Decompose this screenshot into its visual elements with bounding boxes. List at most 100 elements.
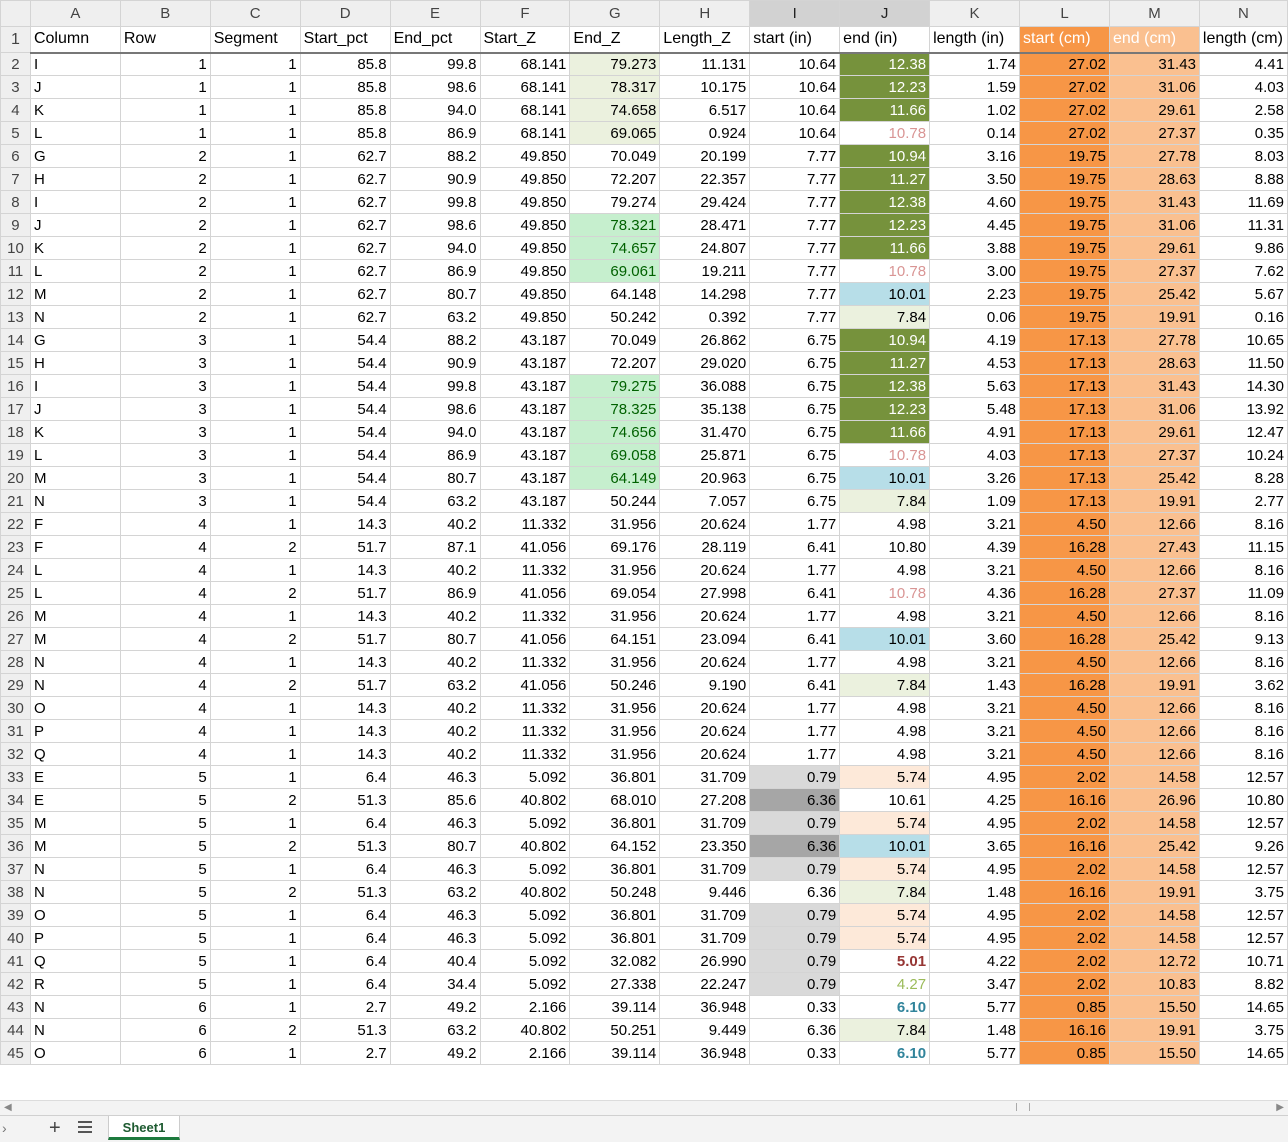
row-header[interactable]: 33 xyxy=(0,765,31,789)
cell[interactable]: 1 xyxy=(209,489,301,513)
cell[interactable]: 12.38 xyxy=(839,190,931,214)
column-header-f[interactable]: F xyxy=(479,0,571,27)
cell[interactable]: 14.3 xyxy=(299,650,391,674)
cell[interactable]: 90.9 xyxy=(389,167,481,191)
cell[interactable]: 1 xyxy=(209,903,301,927)
cell[interactable]: 14.3 xyxy=(299,604,391,628)
cell[interactable]: 19.75 xyxy=(1019,305,1110,329)
column-header-h[interactable]: H xyxy=(659,0,751,27)
cell[interactable]: 27.208 xyxy=(659,788,751,812)
cell[interactable]: 6.41 xyxy=(749,581,841,605)
cell[interactable]: 7.84 xyxy=(839,880,931,904)
row-header[interactable]: 14 xyxy=(0,328,31,352)
cell[interactable]: 4.91 xyxy=(929,420,1021,444)
cell[interactable]: 49.850 xyxy=(479,213,571,237)
cell[interactable]: 16.16 xyxy=(1019,788,1110,812)
cell[interactable]: 41.056 xyxy=(479,627,571,651)
cell[interactable]: 43.187 xyxy=(479,443,571,467)
cell[interactable]: 72.207 xyxy=(569,167,661,191)
cell[interactable]: 25.42 xyxy=(1108,834,1200,858)
cell[interactable]: 7.84 xyxy=(839,305,931,329)
cell[interactable]: 10.94 xyxy=(839,144,931,168)
field-header[interactable]: length (cm) xyxy=(1198,26,1288,54)
cell[interactable]: 4.03 xyxy=(1198,75,1288,99)
row-header[interactable]: 29 xyxy=(0,673,31,697)
cell[interactable]: 90.9 xyxy=(389,351,481,375)
cell[interactable]: 16.28 xyxy=(1019,535,1110,559)
cell[interactable]: 29.61 xyxy=(1108,420,1200,444)
cell[interactable]: 78.325 xyxy=(569,397,661,421)
cell[interactable]: 14.30 xyxy=(1198,374,1288,398)
cell[interactable]: 5.092 xyxy=(479,972,571,996)
cell[interactable]: 46.3 xyxy=(389,765,481,789)
cell[interactable]: 64.149 xyxy=(569,466,661,490)
scroll-right-icon[interactable]: ▶ xyxy=(1276,1102,1284,1113)
cell[interactable]: 54.4 xyxy=(299,351,391,375)
cell[interactable]: 11.09 xyxy=(1198,581,1288,605)
cell[interactable]: 31.470 xyxy=(659,420,751,444)
cell[interactable]: 10.64 xyxy=(749,121,841,145)
cell[interactable]: 27.338 xyxy=(569,972,661,996)
cell[interactable]: 36.801 xyxy=(569,811,661,835)
cell[interactable]: G xyxy=(29,144,121,168)
cell[interactable]: 63.2 xyxy=(389,880,481,904)
cell[interactable]: 19.75 xyxy=(1019,259,1110,283)
cell[interactable]: 40.2 xyxy=(389,512,481,536)
cell[interactable]: 51.3 xyxy=(299,880,391,904)
cell[interactable]: 0.16 xyxy=(1198,305,1288,329)
cell[interactable]: 12.38 xyxy=(839,374,931,398)
cell[interactable]: 4 xyxy=(119,719,211,743)
cell[interactable]: 10.71 xyxy=(1198,949,1288,973)
field-header[interactable]: Length_Z xyxy=(659,26,751,54)
cell[interactable]: 22.247 xyxy=(659,972,751,996)
cell[interactable]: 43.187 xyxy=(479,489,571,513)
cell[interactable]: 4.95 xyxy=(929,926,1021,950)
cell[interactable]: 11.332 xyxy=(479,512,571,536)
cell[interactable]: 2.02 xyxy=(1019,903,1110,927)
cell[interactable]: 26.990 xyxy=(659,949,751,973)
column-header-d[interactable]: D xyxy=(299,0,391,27)
cell[interactable]: 2.7 xyxy=(299,1041,391,1065)
cell[interactable]: 6.4 xyxy=(299,972,391,996)
cell[interactable]: 1 xyxy=(209,121,301,145)
row-header[interactable]: 42 xyxy=(0,972,31,996)
cell[interactable]: 31.709 xyxy=(659,857,751,881)
cell[interactable]: 6.75 xyxy=(749,466,841,490)
cell[interactable]: 6.4 xyxy=(299,903,391,927)
cell[interactable]: 4.19 xyxy=(929,328,1021,352)
cell[interactable]: 4.50 xyxy=(1019,719,1110,743)
cell[interactable]: 40.802 xyxy=(479,834,571,858)
cell[interactable]: 1 xyxy=(209,650,301,674)
cell[interactable]: K xyxy=(29,236,121,260)
cell[interactable]: 31.956 xyxy=(569,558,661,582)
cell[interactable]: 1 xyxy=(209,765,301,789)
cell[interactable]: 3.60 xyxy=(929,627,1021,651)
cell[interactable]: 49.850 xyxy=(479,144,571,168)
cell[interactable]: 7.77 xyxy=(749,190,841,214)
cell[interactable]: 5.77 xyxy=(929,995,1021,1019)
cell[interactable]: 1 xyxy=(209,144,301,168)
column-header-c[interactable]: C xyxy=(209,0,301,27)
cell[interactable]: 10.01 xyxy=(839,834,931,858)
cell[interactable]: 11.332 xyxy=(479,650,571,674)
cell[interactable]: 28.63 xyxy=(1108,167,1200,191)
cell[interactable]: 0.79 xyxy=(749,903,841,927)
cell[interactable]: 8.88 xyxy=(1198,167,1288,191)
cell[interactable]: 40.802 xyxy=(479,788,571,812)
cell[interactable]: 69.065 xyxy=(569,121,661,145)
cell[interactable]: 11.27 xyxy=(839,167,931,191)
cell[interactable]: 2.02 xyxy=(1019,926,1110,950)
cell[interactable]: 4.98 xyxy=(839,604,931,628)
cell[interactable]: 2 xyxy=(209,788,301,812)
cell[interactable]: 2 xyxy=(209,1018,301,1042)
cell[interactable]: 98.6 xyxy=(389,75,481,99)
cell[interactable]: 43.187 xyxy=(479,466,571,490)
cell[interactable]: 49.850 xyxy=(479,167,571,191)
row-header[interactable]: 5 xyxy=(0,121,31,145)
cell[interactable]: 0.33 xyxy=(749,1041,841,1065)
cell[interactable]: 40.802 xyxy=(479,880,571,904)
cell[interactable]: 9.13 xyxy=(1198,627,1288,651)
cell[interactable]: 79.273 xyxy=(569,52,661,76)
cell[interactable]: 62.7 xyxy=(299,305,391,329)
cell[interactable]: 14.298 xyxy=(659,282,751,306)
